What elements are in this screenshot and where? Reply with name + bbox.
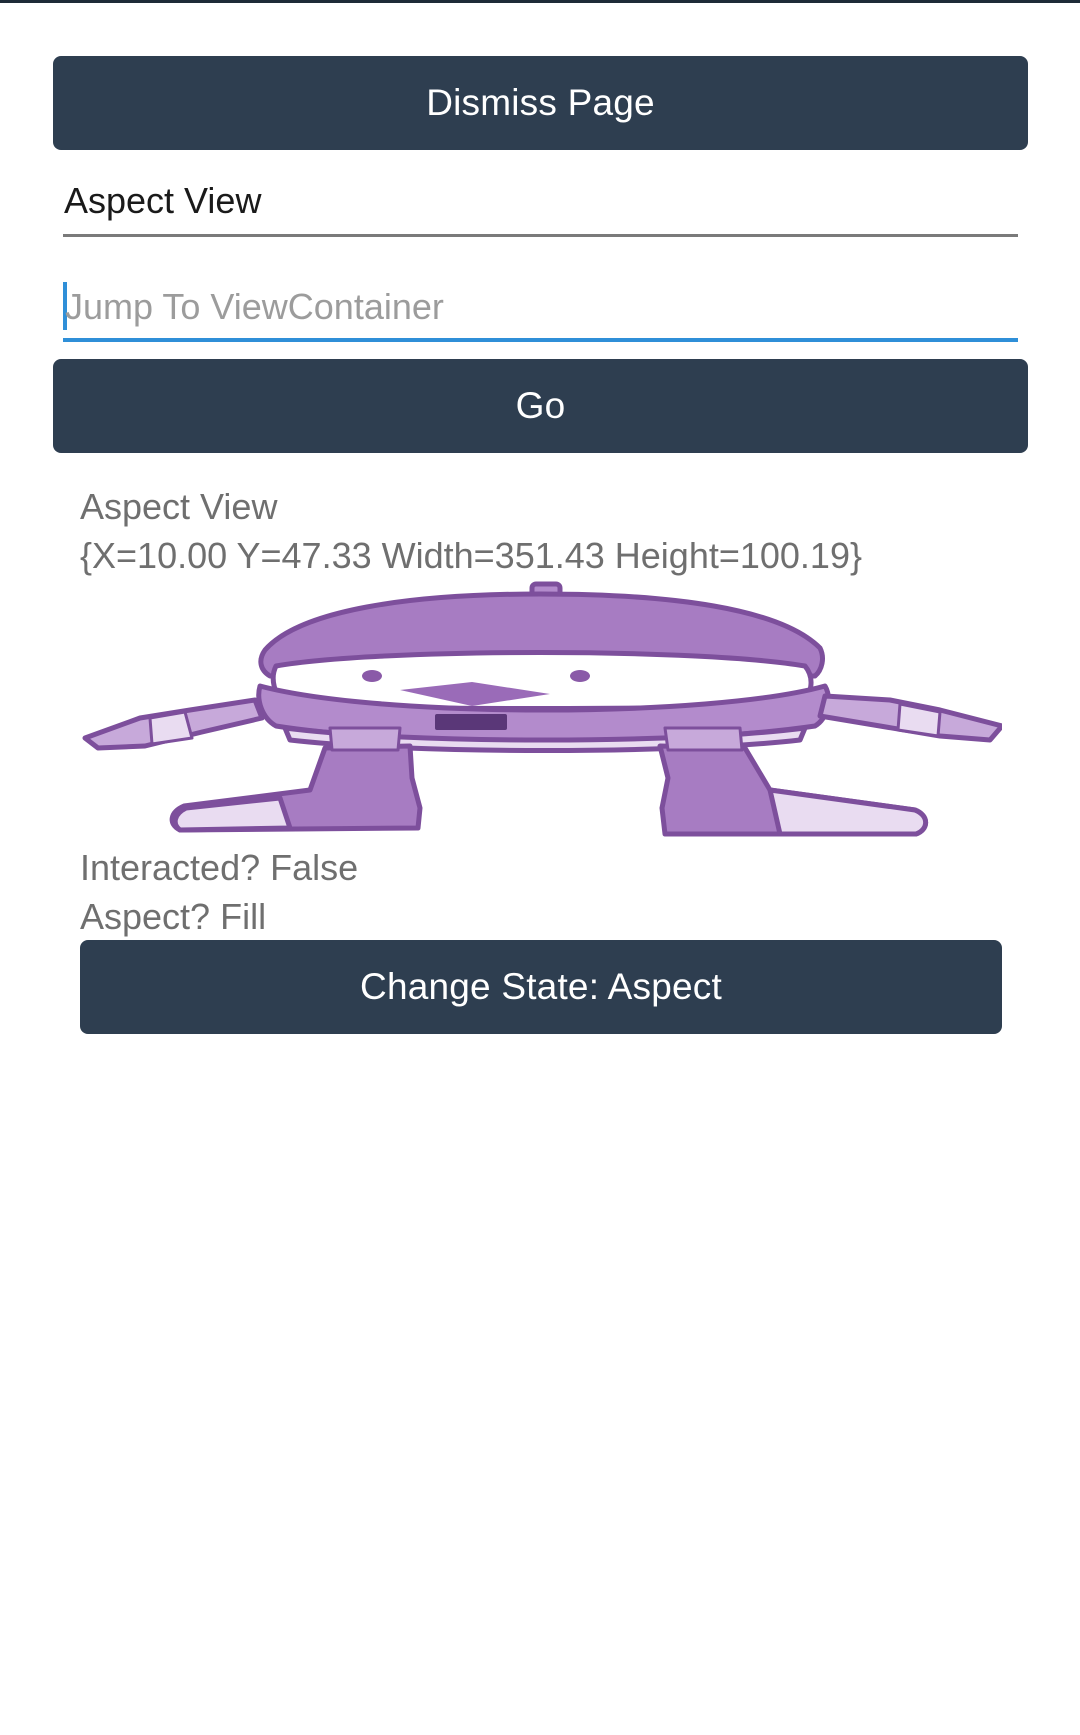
change-state-button[interactable]: Change State: Aspect [80, 940, 1002, 1034]
aspect-view-entry[interactable]: Aspect View [63, 176, 1018, 237]
top-edge [0, 0, 1080, 3]
dismiss-page-button[interactable]: Dismiss Page [53, 56, 1028, 150]
interacted-status: Interacted? False [80, 847, 359, 888]
view-container-title: Aspect View [80, 486, 278, 527]
jump-to-viewcontainer-input[interactable] [63, 278, 1020, 336]
aspect-view-entry-value: Aspect View [64, 180, 262, 221]
aspect-status: Aspect? Fill [80, 896, 267, 937]
go-button[interactable]: Go [53, 359, 1028, 453]
robot-mascot-icon[interactable] [80, 578, 1002, 843]
view-container-bounds: {X=10.00 Y=47.33 Width=351.43 Height=100… [80, 535, 862, 576]
jump-to-viewcontainer-entry[interactable] [63, 278, 1020, 342]
